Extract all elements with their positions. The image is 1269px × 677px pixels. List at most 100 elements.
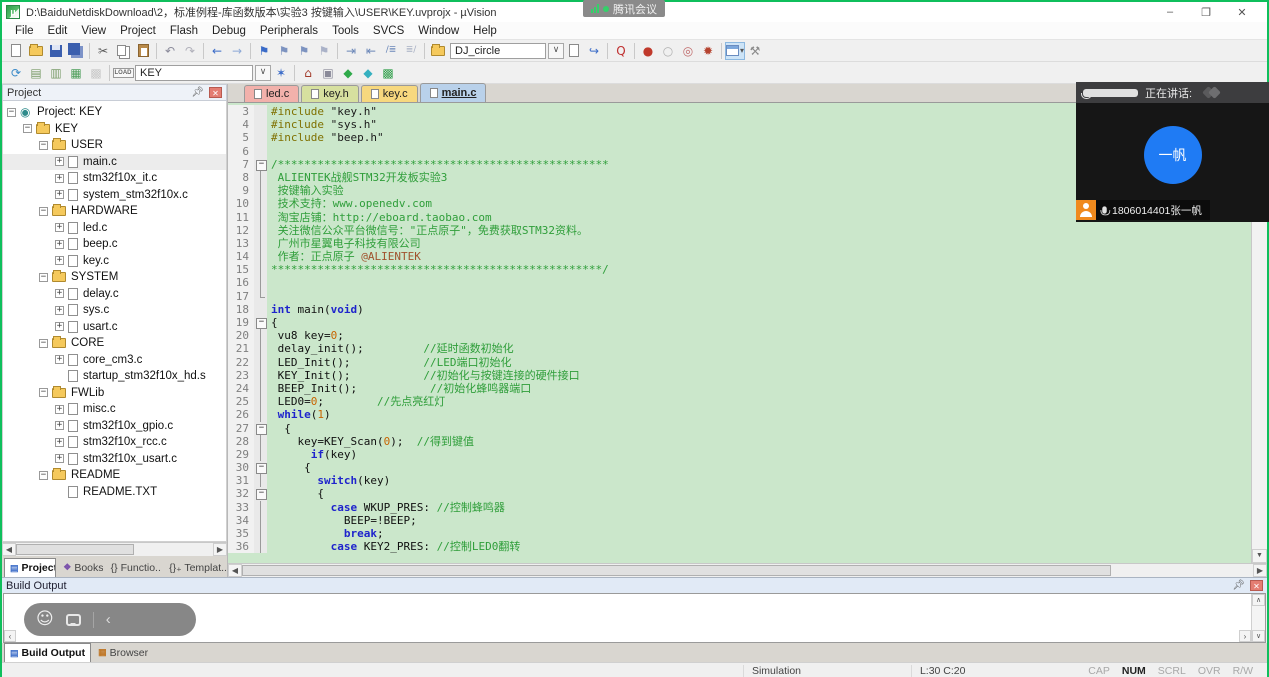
expand-toggle-icon[interactable]: + <box>55 190 64 199</box>
scroll-down-icon[interactable]: ▼ <box>1252 549 1267 563</box>
tree-item[interactable]: −README <box>3 467 226 484</box>
pin-icon[interactable]: 📌︎ <box>191 87 204 98</box>
build-output-h-scrollbar[interactable]: ‹ › <box>4 630 1251 642</box>
expand-toggle-icon[interactable]: − <box>39 141 48 150</box>
bookmark-toggle-button[interactable]: ⚑ <box>254 42 274 60</box>
code-line[interactable]: 15**************************************… <box>228 263 1251 276</box>
expand-toggle-icon[interactable]: + <box>55 355 64 364</box>
tree-item[interactable]: +system_stm32f10x.c <box>3 187 226 204</box>
panel-tab--templat-[interactable]: {}₊ Templat... <box>163 558 227 577</box>
chat-icon[interactable] <box>66 614 81 626</box>
tree-item[interactable]: +stm32f10x_usart.c <box>3 451 226 468</box>
tree-item[interactable]: startup_stm32f10x_hd.s <box>3 368 226 385</box>
editor-tab-led-c[interactable]: led.c <box>244 85 299 102</box>
expand-toggle-icon[interactable]: − <box>39 471 48 480</box>
build-output-v-scrollbar[interactable]: ∧ ∨ <box>1251 594 1265 642</box>
find-in-files-button[interactable] <box>564 42 584 60</box>
run-to-line-button[interactable]: ↪ <box>584 42 604 60</box>
fold-toggle-icon[interactable] <box>254 422 267 435</box>
code-line[interactable]: 14 作者：正点原子 @ALIENTEK <box>228 250 1251 263</box>
menu-flash[interactable]: Flash <box>163 25 205 37</box>
save-all-button[interactable] <box>66 42 86 60</box>
download-button[interactable]: LOAD <box>113 64 133 82</box>
tree-item[interactable]: +main.c <box>3 154 226 171</box>
tree-item[interactable]: −KEY <box>3 121 226 138</box>
manage-layout-button[interactable]: ▣ <box>318 64 338 82</box>
tree-item[interactable]: +usart.c <box>3 319 226 336</box>
breakpoint-disable-button[interactable]: ○ <box>658 42 678 60</box>
panel-tab-project[interactable]: ▤Project <box>4 558 56 577</box>
menu-help[interactable]: Help <box>466 25 504 37</box>
new-file-button[interactable] <box>6 42 26 60</box>
code-line[interactable]: 13 广州市星翼电子科技有限公司 <box>228 237 1251 250</box>
code-line[interactable]: 12 关注微信公众平台微信号："正点原子"，免费获取STM32资料。 <box>228 224 1251 237</box>
tree-item[interactable]: −USER <box>3 137 226 154</box>
code-line[interactable]: 18int main(void) <box>228 303 1251 316</box>
target-options-button[interactable]: ✶ <box>271 64 291 82</box>
code-line[interactable]: 17 <box>228 290 1251 303</box>
expand-toggle-icon[interactable]: + <box>55 157 64 166</box>
code-line[interactable]: 24 BEEP_Init(); //初始化蜂鸣器端口 <box>228 382 1251 395</box>
menu-view[interactable]: View <box>74 25 113 37</box>
code-line[interactable]: 16 <box>228 276 1251 289</box>
expand-toggle-icon[interactable]: − <box>7 108 16 117</box>
code-line[interactable]: 31 switch(key) <box>228 474 1251 487</box>
code-line[interactable]: 20 vu8 key=0; <box>228 329 1251 342</box>
navigate-back-button[interactable]: ← <box>207 42 227 60</box>
code-line[interactable]: 35 break; <box>228 527 1251 540</box>
tree-item[interactable]: +stm32f10x_it.c <box>3 170 226 187</box>
tree-item[interactable]: +led.c <box>3 220 226 237</box>
expand-toggle-icon[interactable]: + <box>55 454 64 463</box>
pin-icon[interactable]: 📌︎ <box>1232 580 1245 591</box>
indent-right-button[interactable]: ⇥ <box>341 42 361 60</box>
scroll-thumb[interactable] <box>16 544 134 555</box>
pack-installer-button[interactable]: ▩ <box>378 64 398 82</box>
tree-item[interactable]: +stm32f10x_rcc.c <box>3 434 226 451</box>
paste-button[interactable] <box>133 42 153 60</box>
menu-debug[interactable]: Debug <box>205 25 253 37</box>
scroll-right-icon[interactable]: › <box>1239 630 1251 642</box>
expand-toggle-icon[interactable]: + <box>55 223 64 232</box>
cut-button[interactable]: ✂ <box>93 42 113 60</box>
configure-button[interactable]: ⚒ <box>745 42 765 60</box>
copy-button[interactable] <box>113 42 133 60</box>
redo-button[interactable]: ↷ <box>180 42 200 60</box>
bookmark-clear-button[interactable]: ⚑ <box>314 42 334 60</box>
code-line[interactable]: 30 { <box>228 461 1251 474</box>
menu-svcs[interactable]: SVCS <box>366 25 411 37</box>
expand-toggle-icon[interactable]: + <box>55 405 64 414</box>
translate-file-button[interactable]: ⟳ <box>6 64 26 82</box>
editor-tab-main-c[interactable]: main.c <box>420 83 487 102</box>
collapse-chevron-icon[interactable]: ‹ <box>106 612 111 627</box>
manage-components-button[interactable]: ◆ <box>338 64 358 82</box>
panel-close-icon[interactable]: ✕ <box>209 87 222 98</box>
tree-item[interactable]: −FWLib <box>3 385 226 402</box>
bottom-tab-browser[interactable]: ▦Browser <box>92 643 154 662</box>
scroll-up-icon[interactable]: ∧ <box>1252 594 1265 606</box>
tree-item[interactable]: −HARDWARE <box>3 203 226 220</box>
navigate-forward-button[interactable]: → <box>227 42 247 60</box>
debug-windows-button[interactable]: ▾ <box>725 42 745 60</box>
indent-left-button[interactable]: ⇤ <box>361 42 381 60</box>
uncomment-button[interactable]: ≣/ <box>401 42 421 60</box>
expand-toggle-icon[interactable]: + <box>55 174 64 183</box>
fold-toggle-icon[interactable] <box>254 487 267 500</box>
expand-toggle-icon[interactable]: − <box>23 124 32 133</box>
bookmark-next-button[interactable]: ⚑ <box>294 42 314 60</box>
tree-item[interactable]: −CORE <box>3 335 226 352</box>
scroll-left-icon[interactable]: ◀ <box>2 543 16 556</box>
minimize-button[interactable]: – <box>1163 6 1177 19</box>
bottom-tab-build-output[interactable]: ▤Build Output <box>4 643 91 662</box>
code-line[interactable]: 28 key=KEY_Scan(0); //得到键值 <box>228 435 1251 448</box>
menu-project[interactable]: Project <box>113 25 163 37</box>
editor-tab-key-c[interactable]: key.c <box>361 85 418 102</box>
manage-runtime-button[interactable]: ⌂ <box>298 64 318 82</box>
code-line[interactable]: 32 { <box>228 487 1251 500</box>
panel-close-icon[interactable]: ✕ <box>1250 580 1263 591</box>
menu-file[interactable]: File <box>8 25 41 37</box>
meeting-video[interactable]: 一帆 1806014401张一帆 <box>1076 103 1269 222</box>
combo-dropdown-button[interactable]: ∨ <box>548 43 564 59</box>
tree-item[interactable]: +stm32f10x_gpio.c <box>3 418 226 435</box>
save-button[interactable] <box>46 42 66 60</box>
expand-toggle-icon[interactable]: − <box>39 388 48 397</box>
